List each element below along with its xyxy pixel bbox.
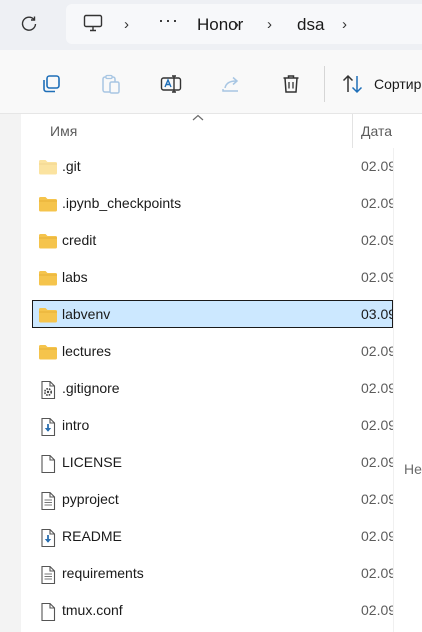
file-date: 02.09 (361, 343, 397, 359)
sort-ascending-icon (192, 114, 204, 121)
file-name: labvenv (62, 306, 111, 322)
file-name: .ipynb_checkpoints (62, 195, 182, 211)
file-row[interactable]: .git 02.09 (21, 151, 397, 188)
folder-icon (38, 343, 58, 361)
file-date: 02.09 (361, 602, 397, 618)
file-name: credit (62, 232, 97, 248)
folder-icon (38, 158, 58, 176)
share-button[interactable] (219, 72, 243, 96)
file-row[interactable]: lectures 02.09 (21, 336, 397, 373)
file-row[interactable]: labs 02.09 (21, 262, 397, 299)
file-name: LICENSE (62, 454, 122, 470)
file-date: 02.09 (361, 491, 397, 507)
file-name: .git (62, 158, 81, 174)
chevron-right-icon: › (267, 16, 272, 33)
sort-button[interactable]: Сортир (342, 74, 421, 94)
refresh-icon (21, 16, 37, 31)
file-date: 03.09 (361, 306, 397, 322)
sort-icon (342, 74, 363, 94)
file-name: .gitignore (62, 380, 120, 396)
file-row[interactable]: README 02.09 (21, 521, 397, 558)
command-bar: Сортир (0, 50, 422, 114)
chevron-right-icon[interactable]: › (342, 16, 347, 33)
address-bar[interactable]: › ··· › Honor › dsa › (66, 4, 422, 44)
file-icon (38, 602, 58, 622)
settings-file-icon (38, 380, 58, 400)
file-row[interactable]: LICENSE 02.09 (21, 447, 397, 484)
refresh-button[interactable] (14, 10, 44, 38)
file-name: labs (62, 269, 88, 285)
download-file-icon (38, 417, 58, 437)
breadcrumb-dsa[interactable]: dsa (297, 15, 324, 35)
folder-icon (38, 232, 58, 250)
toolbar-divider (324, 66, 325, 102)
file-row[interactable]: .gitignore 02.09 (21, 373, 397, 410)
file-row[interactable]: tmux.conf 02.09 (21, 595, 397, 632)
share-icon (222, 76, 239, 92)
file-icon (38, 454, 58, 474)
column-name-header[interactable]: Имя (50, 123, 77, 139)
column-divider[interactable] (352, 114, 353, 148)
text-file-icon (38, 565, 58, 585)
file-name: requirements (62, 565, 144, 581)
file-list: Имя Дата .git 02.09 .ipynb_checkpoints 02.0… (0, 114, 422, 632)
rename-icon (160, 75, 182, 93)
folder-icon (38, 306, 58, 324)
preview-pane: Не (393, 148, 422, 632)
breadcrumb-honor[interactable]: Honor (197, 15, 243, 35)
file-row[interactable]: pyproject 02.09 (21, 484, 397, 521)
file-row[interactable]: .ipynb_checkpoints 02.09 (21, 188, 397, 225)
file-row[interactable]: credit 02.09 (21, 225, 397, 262)
file-date: 02.09 (361, 158, 397, 174)
file-date: 02.09 (361, 269, 397, 285)
file-date: 02.09 (361, 454, 397, 470)
file-date: 02.09 (361, 565, 397, 581)
file-name: intro (62, 417, 90, 433)
sort-label: Сортир (374, 76, 422, 92)
preview-message: Не (404, 461, 422, 477)
file-name: tmux.conf (62, 602, 123, 618)
file-date: 02.09 (361, 232, 397, 248)
copy-icon (43, 75, 60, 93)
file-rows: .git 02.09 .ipynb_checkpoints 02.09 credit 02… (21, 151, 397, 632)
file-name: README (62, 528, 122, 544)
copy-button[interactable] (39, 72, 63, 96)
rename-button[interactable] (159, 72, 183, 96)
folder-icon (38, 195, 58, 213)
navigation-pane-edge (0, 114, 21, 632)
chevron-right-icon: › (124, 16, 129, 33)
file-date: 02.09 (361, 417, 397, 433)
address-bar-area: › ··· › Honor › dsa › (0, 0, 422, 50)
file-date: 02.09 (361, 195, 397, 211)
computer-icon (83, 14, 103, 32)
paste-button[interactable] (99, 72, 123, 96)
column-header: Имя Дата (21, 114, 422, 148)
file-row[interactable]: intro 02.09 (21, 410, 397, 447)
column-date-header[interactable]: Дата (361, 123, 392, 139)
text-file-icon (38, 491, 58, 511)
file-row[interactable]: labvenv 03.09 (21, 299, 397, 336)
download-file-icon (38, 528, 58, 548)
file-name: pyproject (62, 491, 119, 507)
file-date: 02.09 (361, 380, 397, 396)
paste-icon (102, 74, 120, 94)
folder-icon (38, 269, 58, 287)
breadcrumb-overflow[interactable]: ··· (158, 10, 179, 31)
file-row[interactable]: requirements 02.09 (21, 558, 397, 595)
file-name: lectures (62, 343, 112, 359)
delete-icon (283, 75, 299, 93)
file-date: 02.09 (361, 528, 397, 544)
delete-button[interactable] (279, 72, 303, 96)
